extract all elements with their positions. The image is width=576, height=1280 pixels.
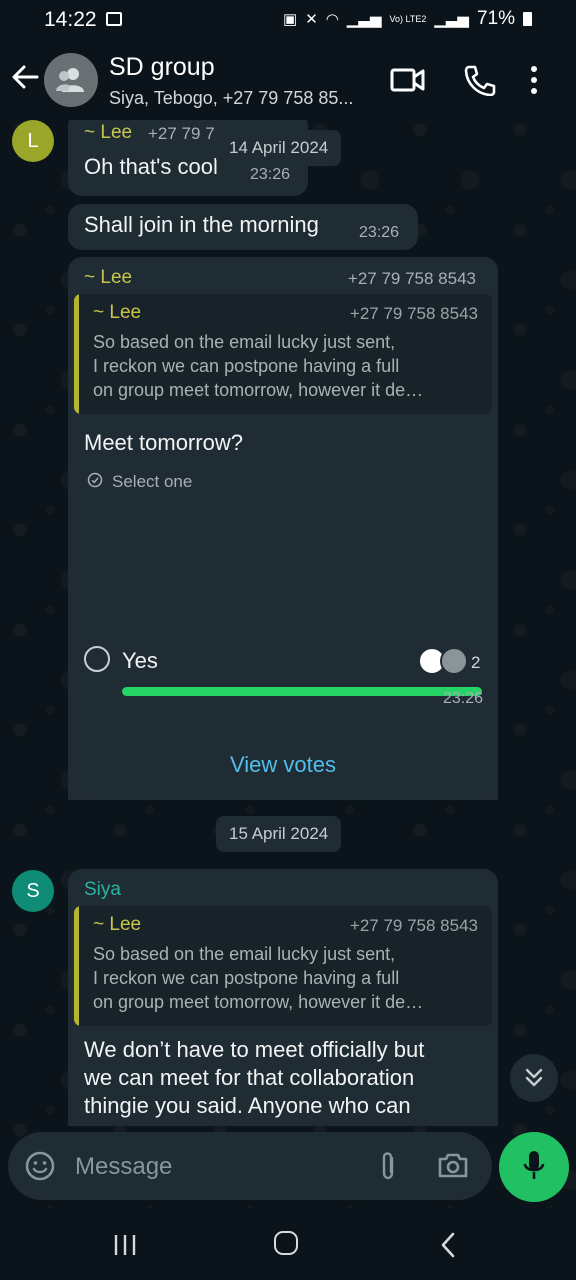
quoted-message[interactable]: ~ Lee +27 79 758 8543 So based on the em… [74,294,492,414]
date-chip: 15 April 2024 [216,816,342,852]
poll-option-yes-radio[interactable] [84,646,110,672]
chevron-double-down-icon [525,1068,543,1087]
system-nav-bar [0,1208,576,1280]
voter-avatar [440,647,468,675]
poll-sender[interactable]: ~ Lee [84,267,132,289]
date-chip: 14 April 2024 [216,130,342,166]
poll-question: Meet tomorrow? [84,430,243,455]
poll-option-yes-label[interactable]: Yes [122,648,158,674]
home-icon[interactable] [274,1231,298,1255]
video-call-icon[interactable] [390,64,426,96]
signal-icon: ▁▃▅ [346,11,382,28]
battery-percent: 71% [476,8,515,29]
chat-header: SD group Siya, Tebogo, +27 79 758 85... [0,40,576,120]
phone-icon[interactable] [462,64,498,96]
network-label: Vo) LTE2 [389,13,427,24]
poll-phone: +27 79 758 8543 [347,269,476,288]
poll-option-yes-count: 2 [471,653,481,672]
more-vert-icon[interactable] [524,64,544,96]
view-votes-button[interactable]: View votes [0,752,566,778]
mic-icon [523,1151,545,1179]
recents-icon[interactable] [113,1233,137,1257]
sim-icon: ▣ [283,11,298,28]
poll-time: 23:26 [443,690,484,707]
wifi-icon: ◠ [325,11,339,28]
quote-text: So based on the email lucky just sent, I… [93,332,424,400]
chat-title[interactable]: SD group [109,53,215,82]
scroll-to-bottom-button[interactable] [510,1054,558,1102]
message-sender[interactable]: Siya [84,879,121,901]
signal-icon-2: ▁▃▅ [434,11,469,28]
mute-icon: ✕ [305,11,318,28]
check-circle-icon [87,472,103,488]
message-bubble[interactable]: Siya ~ Lee +27 79 758 8543 So based on t… [68,869,498,1126]
poll-option-yes-fill [122,687,482,696]
message-phone: +27 79 7 [148,124,215,143]
back-arrow-icon[interactable] [10,62,40,92]
message-list[interactable]: L ~ Lee +27 79 7 Oh that's cool 23:26 14… [0,120,576,1126]
message-text: We don’t have to meet officially but we … [84,1037,425,1118]
chat-participants[interactable]: Siya, Tebogo, +27 79 758 85... [109,88,353,109]
message-time: 23:26 [250,166,291,183]
quote-phone: +27 79 758 8543 [349,916,478,935]
avatar-lee[interactable]: L [12,120,54,162]
gallery-notification-icon [106,12,122,26]
group-icon [56,68,84,92]
quote-bar [74,294,79,414]
camera-icon[interactable] [437,1151,469,1179]
group-avatar[interactable] [44,53,98,107]
mic-button[interactable] [499,1132,569,1202]
quote-sender: ~ Lee [93,302,142,323]
message-input[interactable] [73,1144,367,1190]
avatar-siya[interactable]: S [12,870,54,912]
message-composer [8,1132,492,1200]
message-sender[interactable]: ~ Lee [84,122,132,144]
quoted-message[interactable]: ~ Lee +27 79 758 8543 So based on the em… [74,906,492,1026]
poll-hint: Select one [112,472,193,491]
attach-icon[interactable] [378,1150,398,1182]
message-time: 23:26 [359,224,400,241]
quote-sender: ~ Lee [93,914,142,935]
emoji-icon[interactable] [25,1151,55,1181]
quote-text: So based on the email lucky just sent, I… [93,944,424,1012]
poll-option-yes-bar [122,687,482,696]
status-time: 14:22 [44,8,97,31]
status-bar: 14:22 ▣ ✕ ◠ ▁▃▅ Vo) LTE2 ▁▃▅ 71% [0,0,576,40]
message-bubble[interactable]: Shall join in the morning 23:26 [68,204,418,250]
nav-back-icon[interactable] [440,1232,456,1258]
status-right: ▣ ✕ ◠ ▁▃▅ Vo) LTE2 ▁▃▅ 71% [283,8,532,30]
quote-bar [74,906,79,1026]
message-text: Shall join in the morning [84,212,319,237]
battery-icon [523,12,532,26]
quote-phone: +27 79 758 8543 [349,304,478,323]
poll-bubble[interactable]: ~ Lee +27 79 758 8543 ~ Lee +27 79 758 8… [68,257,498,800]
message-text: Oh that's cool [84,154,218,179]
